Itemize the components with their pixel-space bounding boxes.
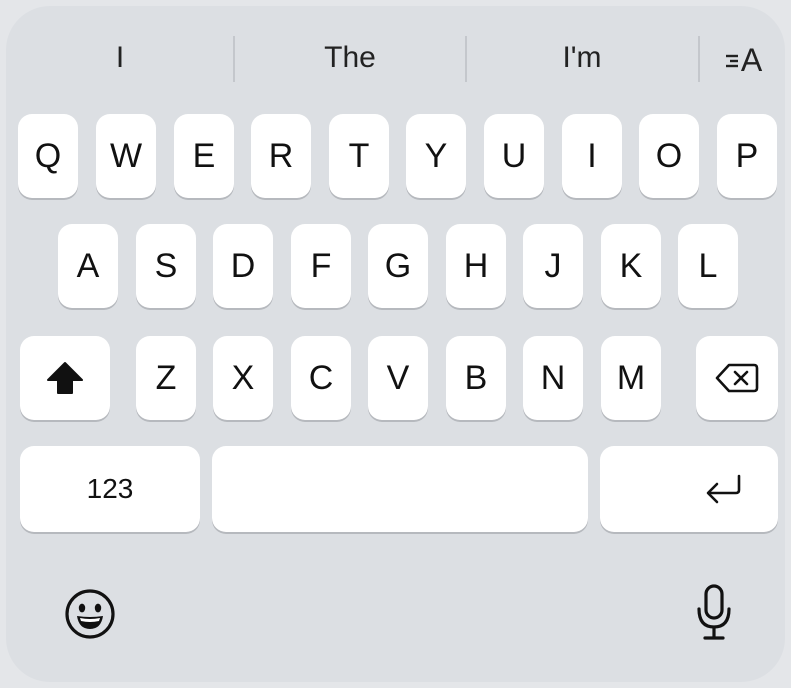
dictation-button[interactable] — [684, 580, 744, 646]
key-j[interactable]: J — [523, 224, 583, 308]
key-label: B — [464, 358, 488, 397]
numbers-key-label: 123 — [86, 473, 134, 504]
key-l[interactable]: L — [678, 224, 738, 308]
key-label: L — [698, 246, 718, 285]
key-label: U — [501, 136, 527, 175]
space-bar[interactable] — [212, 446, 588, 532]
microphone-icon — [697, 584, 731, 640]
key-q[interactable]: Q — [18, 114, 78, 198]
key-label: K — [619, 246, 643, 285]
key-o[interactable]: O — [639, 114, 699, 198]
return-key[interactable] — [600, 446, 778, 532]
key-label: J — [544, 246, 562, 285]
key-label: T — [348, 136, 370, 175]
key-label: A — [76, 246, 100, 285]
text-format-button[interactable]: A — [706, 36, 780, 84]
suggestion-2[interactable]: The — [234, 30, 466, 90]
key-z[interactable]: Z — [136, 336, 196, 420]
key-m[interactable]: M — [601, 336, 661, 420]
key-label: Q — [34, 136, 62, 175]
key-c[interactable]: C — [291, 336, 351, 420]
key-x[interactable]: X — [213, 336, 273, 420]
key-e[interactable]: E — [174, 114, 234, 198]
suggestion-divider — [698, 36, 700, 82]
key-b[interactable]: B — [446, 336, 506, 420]
key-label: D — [230, 246, 256, 285]
key-label: N — [540, 358, 566, 397]
keyboard: I The I'm A Q W E R T Y U I O P A S D F … — [6, 6, 785, 682]
emoji-button[interactable] — [60, 584, 120, 644]
key-label: C — [308, 358, 334, 397]
key-r[interactable]: R — [251, 114, 311, 198]
numbers-key[interactable]: 123 — [20, 446, 200, 532]
key-label: M — [616, 358, 646, 397]
text-format-icon — [725, 54, 738, 68]
suggestion-1[interactable]: I — [6, 30, 234, 90]
key-k[interactable]: K — [601, 224, 661, 308]
key-a[interactable]: A — [58, 224, 118, 308]
key-n[interactable]: N — [523, 336, 583, 420]
key-label: X — [231, 358, 255, 397]
key-u[interactable]: U — [484, 114, 544, 198]
key-g[interactable]: G — [368, 224, 428, 308]
key-label: S — [154, 246, 178, 285]
key-label: V — [386, 358, 410, 397]
key-h[interactable]: H — [446, 224, 506, 308]
suggestion-bar: I The I'm A — [6, 30, 785, 90]
backspace-icon — [715, 363, 759, 393]
key-label: O — [655, 136, 683, 175]
key-y[interactable]: Y — [406, 114, 466, 198]
key-w[interactable]: W — [96, 114, 156, 198]
suggestion-3[interactable]: I'm — [466, 30, 698, 90]
key-label: I — [587, 136, 597, 175]
key-label: G — [384, 246, 412, 285]
shift-arrow-icon — [47, 362, 83, 394]
emoji-face-icon — [65, 589, 115, 639]
key-label: R — [268, 136, 294, 175]
key-p[interactable]: P — [717, 114, 777, 198]
key-d[interactable]: D — [213, 224, 273, 308]
key-label: W — [109, 136, 143, 175]
key-label: H — [463, 246, 489, 285]
key-f[interactable]: F — [291, 224, 351, 308]
text-format-label: A — [740, 41, 763, 78]
key-label: F — [310, 246, 332, 285]
key-label: Z — [155, 358, 177, 397]
shift-key[interactable] — [20, 336, 110, 420]
return-arrow-icon — [706, 474, 741, 504]
key-label: P — [735, 136, 759, 175]
key-label: Y — [424, 136, 448, 175]
key-t[interactable]: T — [329, 114, 389, 198]
key-label: E — [192, 136, 216, 175]
key-s[interactable]: S — [136, 224, 196, 308]
key-i[interactable]: I — [562, 114, 622, 198]
key-v[interactable]: V — [368, 336, 428, 420]
delete-key[interactable] — [696, 336, 778, 420]
